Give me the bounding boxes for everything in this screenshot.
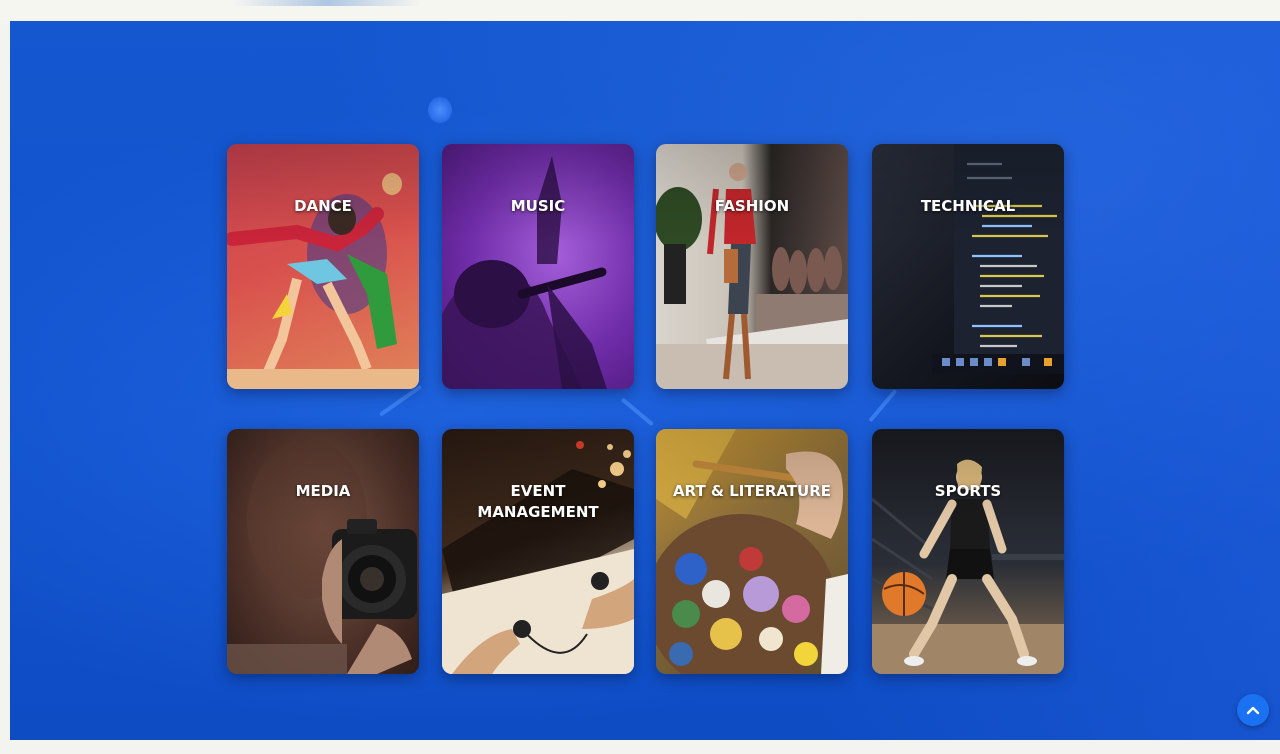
category-card-dance[interactable]: DANCE xyxy=(227,144,419,389)
card-overlay xyxy=(656,429,848,674)
card-overlay xyxy=(872,144,1064,389)
decorative-dot xyxy=(428,97,452,123)
category-label: SPORTS xyxy=(934,482,1002,500)
category-label: MUSIC xyxy=(510,197,566,215)
category-label: EVENT MANAGEMENT xyxy=(477,482,599,521)
chevron-up-icon xyxy=(1246,706,1260,715)
decorative-line xyxy=(378,384,423,417)
scroll-to-top-button[interactable] xyxy=(1237,694,1269,726)
category-card-music[interactable]: MUSIC xyxy=(442,144,634,389)
category-card-event-management[interactable]: EVENT MANAGEMENT xyxy=(442,429,634,674)
category-card-art-literature[interactable]: ART & LITERATURE xyxy=(656,429,848,674)
category-label: MEDIA xyxy=(295,482,351,500)
card-overlay xyxy=(872,429,1064,674)
header-fragment xyxy=(232,0,422,6)
card-overlay xyxy=(227,429,419,674)
category-card-sports[interactable]: SPORTS xyxy=(872,429,1064,674)
categories-section xyxy=(10,21,1280,740)
card-overlay xyxy=(442,429,634,674)
category-label: ART & LITERATURE xyxy=(672,482,832,500)
card-overlay xyxy=(442,144,634,389)
bottom-strip xyxy=(0,740,1280,754)
decorative-line xyxy=(620,397,654,427)
category-card-fashion[interactable]: FASHION xyxy=(656,144,848,389)
category-card-media[interactable]: MEDIA xyxy=(227,429,419,674)
category-label: TECHNICAL xyxy=(920,197,1016,215)
category-label: FASHION xyxy=(714,197,790,215)
card-overlay xyxy=(227,144,419,389)
category-label: DANCE xyxy=(294,197,352,215)
card-overlay xyxy=(656,144,848,389)
category-card-technical[interactable]: TECHNICAL xyxy=(872,144,1064,389)
top-header-strip xyxy=(0,0,1280,20)
